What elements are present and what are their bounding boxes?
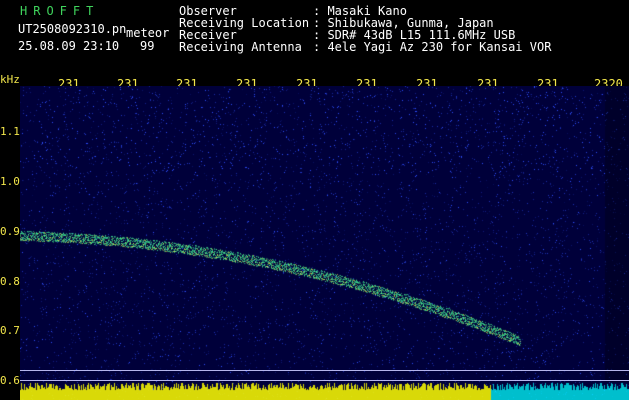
reference-line <box>20 370 629 371</box>
spectrogram-plot <box>20 86 629 400</box>
y-tick-0-6: 0.6 <box>0 374 20 387</box>
y-tick-0-8: 0.8 <box>0 275 20 288</box>
y-tick-1-1: 1.1 <box>0 125 20 138</box>
header-panel: HROFFT UT2508092310.pn meteor 25.08.09 2… <box>0 0 629 78</box>
antenna-value: : 4ele Yagi Az 230 for Kansai VOR <box>313 40 552 54</box>
datetime-label: 25.08.09 23:10 <box>18 39 120 53</box>
spectrogram-canvas <box>20 86 629 400</box>
filename-label: UT2508092310.pn <box>18 22 127 36</box>
count-label: 99 <box>140 39 155 53</box>
meteor-label: meteor <box>126 26 170 40</box>
y-tick-0-7: 0.7 <box>0 324 20 337</box>
reference-line <box>20 380 629 381</box>
y-tick-1-0: 1.0 <box>0 175 20 188</box>
antenna-label: Receiving Antenna <box>179 40 302 54</box>
y-tick-0-9: 0.9 <box>0 225 20 238</box>
app-brand: HROFFT <box>20 4 100 18</box>
